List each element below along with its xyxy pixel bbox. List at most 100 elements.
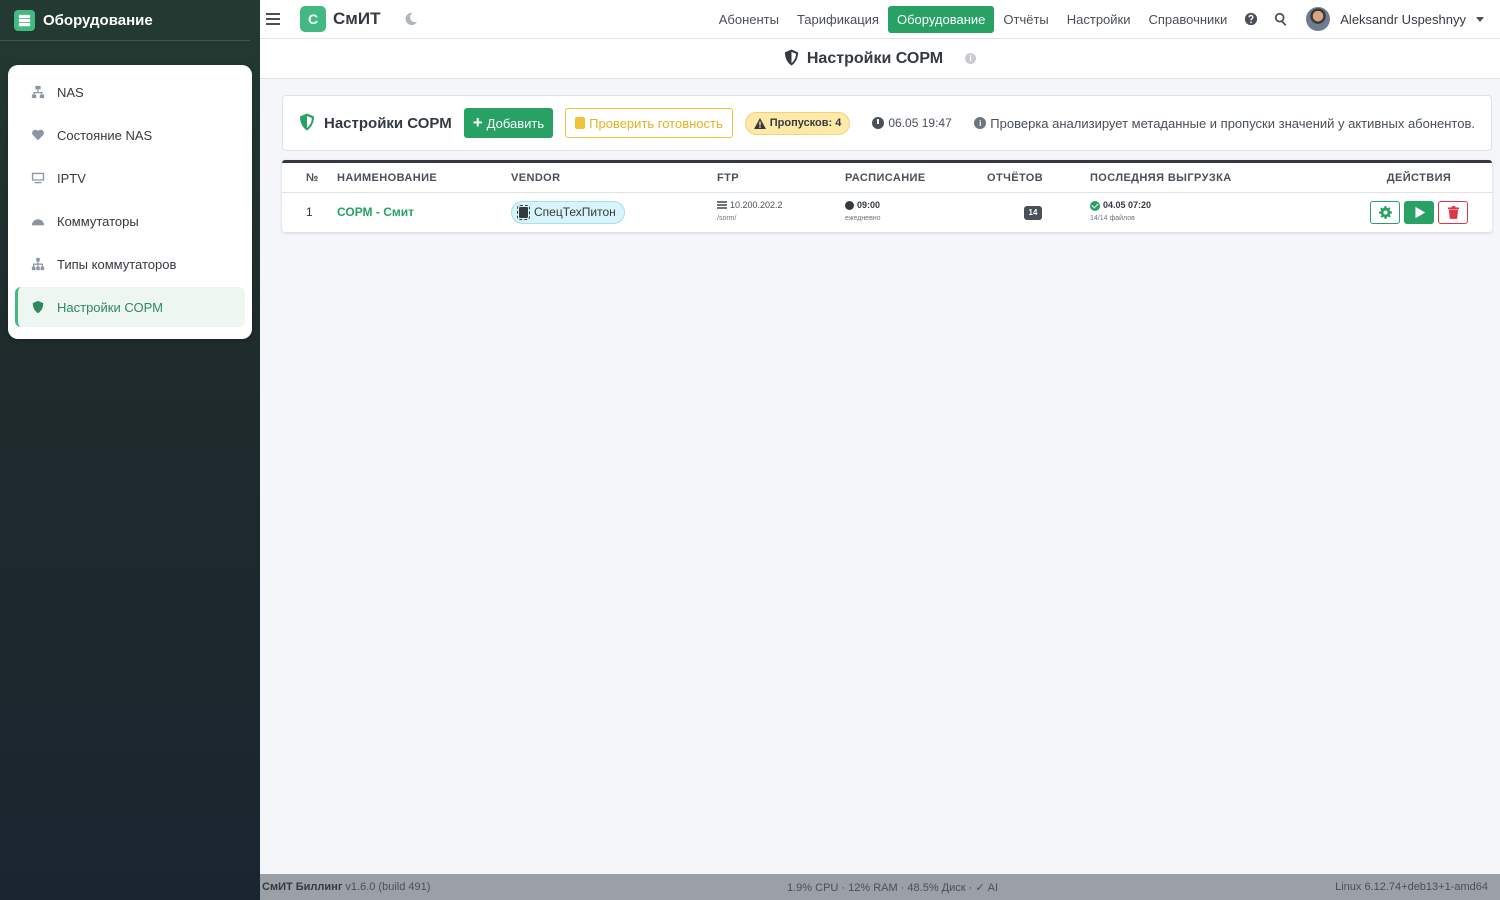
sorm-name-link[interactable]: СОРМ - Смит xyxy=(337,205,414,219)
footer: СмИТ Биллинг v1.6.0 (build 491) 1.9% CPU… xyxy=(260,874,1500,900)
check-timestamp: 06.05 19:47 xyxy=(872,116,952,130)
col-header-actions: ДЕЙСТВИЯ xyxy=(1386,171,1452,184)
sidebar-item-switch-types[interactable]: Типы коммутаторов xyxy=(15,244,245,284)
trash-icon xyxy=(1447,205,1459,219)
page-title: Настройки СОРМ xyxy=(806,49,944,67)
menu-item-equipment[interactable]: Оборудование xyxy=(887,5,995,33)
sidebar-item-switches[interactable]: Коммутаторы xyxy=(15,201,245,241)
server-icon xyxy=(717,201,727,210)
microchip-icon xyxy=(517,204,530,220)
timestamp-value: 06.05 19:47 xyxy=(888,116,952,130)
check-circle-icon xyxy=(1090,200,1100,211)
add-button[interactable]: + Добавить xyxy=(463,108,554,138)
search-icon[interactable] xyxy=(1274,12,1288,26)
run-export-button[interactable] xyxy=(1404,200,1434,224)
col-header-name[interactable]: НАИМЕНОВАНИЕ xyxy=(337,172,511,184)
sidebar-item-sorm-settings[interactable]: Настройки СОРМ xyxy=(15,287,245,327)
sidebar-brand[interactable]: Оборудование xyxy=(0,0,250,41)
gaps-count: Пропусков: 4 xyxy=(769,117,842,129)
sidebar-item-label: Настройки СОРМ xyxy=(57,299,163,315)
last-upload-date: 04.05 07:20 xyxy=(1103,200,1152,210)
top-navbar: С СмИТ Абоненты Тарификация Оборудование… xyxy=(260,0,1500,39)
table-row: 1 СОРМ - Смит СпецТехПитон 10.200.202.2 … xyxy=(282,193,1492,231)
sitemap-icon xyxy=(31,257,45,271)
sidebar-item-label: Состояние NAS xyxy=(57,127,153,143)
chevron-down-icon xyxy=(1476,16,1484,22)
user-name: Aleksandr Uspeshnyy xyxy=(1340,11,1466,27)
switch-icon xyxy=(31,214,45,228)
last-upload-cell: 04.05 07:20 14/14 файлов xyxy=(1090,199,1350,225)
col-header-ftp[interactable]: FTP xyxy=(717,172,845,184)
sidebar-item-label: NAS xyxy=(57,84,84,100)
footer-system-stats: 1.9% CPU · 12% RAM · 48.5% Диск · ✓ AI xyxy=(787,881,999,894)
col-header-schedule[interactable]: РАСПИСАНИЕ xyxy=(845,172,987,184)
gear-icon xyxy=(1378,205,1392,219)
section-title: Настройки СОРМ xyxy=(324,114,452,132)
sidebar-item-label: Типы коммутаторов xyxy=(57,256,177,272)
sidebar-item-nas-status[interactable]: Состояние NAS xyxy=(15,115,245,155)
sidebar-title: Оборудование xyxy=(43,11,153,29)
vendor-badge: СпецТехПитон xyxy=(511,200,625,224)
shield-check-icon xyxy=(299,113,315,134)
network-icon xyxy=(31,85,45,99)
ftp-cell: 10.200.202.2 /sorm/ xyxy=(717,199,845,225)
add-button-label: Добавить xyxy=(486,115,545,131)
schedule-frequency: ежедневно xyxy=(845,215,881,222)
info-note: i Проверка анализирует метаданные и проп… xyxy=(974,116,1475,131)
play-icon xyxy=(1414,206,1425,218)
col-header-vendor[interactable]: VENDOR xyxy=(511,172,717,184)
app-name[interactable]: СмИТ xyxy=(333,9,380,29)
ftp-path: /sorm/ xyxy=(717,215,737,222)
col-header-last-upload[interactable]: ПОСЛЕДНЯЯ ВЫГРУЗКА xyxy=(1090,172,1350,184)
page-header: Настройки СОРМ i xyxy=(260,39,1500,79)
reports-count-badge: 14 xyxy=(1024,206,1042,220)
sidebar-nav: NAS Состояние NAS IPTV Коммутаторы Типы … xyxy=(8,65,252,339)
settings-button[interactable] xyxy=(1370,200,1400,224)
footer-app-name: СмИТ Биллинг xyxy=(262,881,343,893)
menu-item-reports[interactable]: Отчёты xyxy=(994,6,1057,33)
vendor-name: СпецТехПитон xyxy=(534,205,616,219)
menu-item-subscribers[interactable]: Абоненты xyxy=(710,6,788,33)
dark-mode-toggle-icon[interactable] xyxy=(404,12,418,26)
delete-button[interactable] xyxy=(1438,200,1468,224)
shield-icon xyxy=(31,300,45,314)
col-header-reports[interactable]: ОТЧЁТОВ xyxy=(987,172,1090,184)
schedule-cell: 09:00 ежедневно xyxy=(845,199,987,225)
sorm-table: № НАИМЕНОВАНИЕ VENDOR FTP РАСПИСАНИЕ ОТЧ… xyxy=(282,160,1492,232)
tv-icon xyxy=(31,171,45,185)
ftp-host: 10.200.202.2 xyxy=(730,200,783,210)
row-number: 1 xyxy=(306,205,313,219)
help-icon[interactable] xyxy=(1244,12,1258,26)
col-header-number[interactable]: № xyxy=(282,172,337,184)
clipboard-check-icon xyxy=(575,117,586,129)
sidebar-item-nas[interactable]: NAS xyxy=(15,72,245,112)
menu-item-directories[interactable]: Справочники xyxy=(1140,6,1237,33)
gaps-warning-badge: Пропусков: 4 xyxy=(744,111,851,135)
hamburger-menu-icon[interactable] xyxy=(266,13,280,25)
main-menu: Абоненты Тарификация Оборудование Отчёты… xyxy=(710,5,1500,33)
warning-icon xyxy=(753,117,766,129)
sidebar-item-label: IPTV xyxy=(57,170,86,186)
footer-version: v1.6.0 (build 491) xyxy=(345,881,431,893)
footer-os: Linux 6.12.74+deb13+1-amd64 xyxy=(1335,881,1488,893)
sidebar-item-iptv[interactable]: IPTV xyxy=(15,158,245,198)
menu-item-tariffs[interactable]: Тарификация xyxy=(788,6,888,33)
check-readiness-button[interactable]: Проверить готовность xyxy=(565,108,733,138)
server-icon xyxy=(14,9,35,31)
avatar xyxy=(1306,7,1331,31)
table-header: № НАИМЕНОВАНИЕ VENDOR FTP РАСПИСАНИЕ ОТЧ… xyxy=(282,163,1492,193)
info-note-text: Проверка анализирует метаданные и пропус… xyxy=(990,115,1475,131)
plus-icon: + xyxy=(472,113,483,132)
sidebar: Оборудование NAS Состояние NAS IPTV Комм… xyxy=(0,0,260,900)
shield-icon xyxy=(784,49,799,69)
clock-icon xyxy=(872,117,885,129)
info-icon: i xyxy=(974,117,987,129)
heartbeat-icon xyxy=(31,128,45,142)
app-logo[interactable]: С xyxy=(300,6,326,32)
user-menu[interactable]: Aleksandr Uspeshnyy xyxy=(1306,7,1484,31)
sidebar-item-label: Коммутаторы xyxy=(57,213,139,229)
sorm-toolbar: Настройки СОРМ + Добавить Проверить гото… xyxy=(282,95,1492,151)
schedule-time: 09:00 xyxy=(857,200,881,210)
info-icon[interactable]: i xyxy=(965,53,977,64)
menu-item-settings[interactable]: Настройки xyxy=(1058,6,1140,33)
